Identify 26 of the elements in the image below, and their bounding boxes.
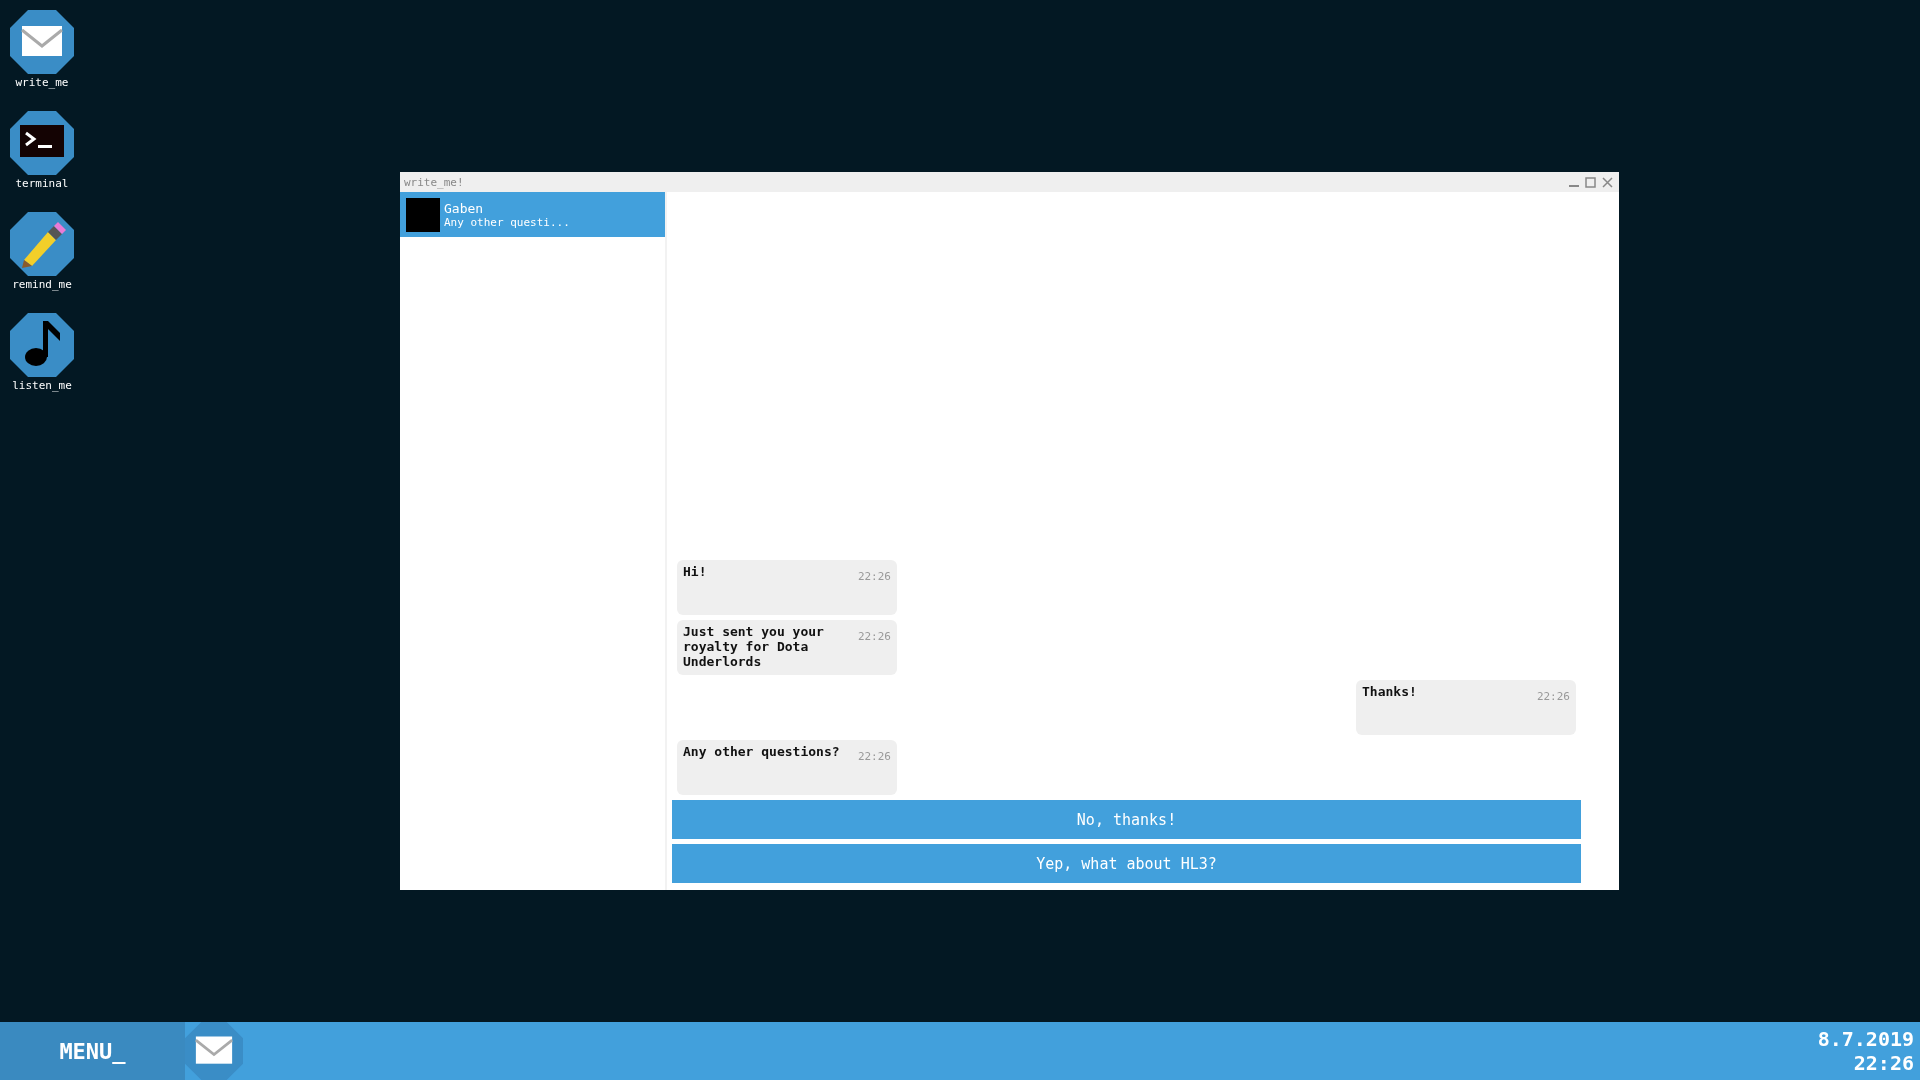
avatar-placeholder <box>406 197 440 232</box>
maximize-icon[interactable] <box>1585 176 1596 188</box>
menu-button[interactable]: MENU_ <box>0 1022 185 1080</box>
desktop-icon-label[interactable]: listen_me <box>12 379 72 392</box>
message-text: Just sent you your royalty for Dota Underlords <box>683 624 825 669</box>
message-time: 22:26 <box>857 750 891 763</box>
mail-icon <box>185 1022 243 1080</box>
taskbar-date: 8.7.2019 <box>1817 1027 1914 1051</box>
window-title: write_me! <box>404 175 464 189</box>
message-text: Thanks! <box>1362 684 1417 699</box>
desktop-icon-label[interactable]: remind_me <box>12 278 72 291</box>
message-text: Hi! <box>683 564 707 579</box>
message-preview: Any other questi... <box>444 215 570 229</box>
pencil-icon <box>10 212 74 276</box>
message-text: Any other questions? <box>683 744 840 759</box>
taskbar-time: 22:26 <box>1853 1051 1914 1075</box>
music-icon <box>10 313 74 377</box>
terminal-icon <box>10 111 74 175</box>
mail-icon <box>10 10 74 74</box>
message-time: 22:26 <box>857 630 891 643</box>
message-time: 22:26 <box>857 570 891 583</box>
desktop-icon-label[interactable]: terminal <box>15 177 69 190</box>
message-time: 22:26 <box>1536 690 1570 703</box>
desktop-icon-label[interactable]: write_me <box>15 76 69 89</box>
contact-name: Gaben <box>444 200 485 216</box>
close-icon[interactable] <box>1602 176 1613 188</box>
